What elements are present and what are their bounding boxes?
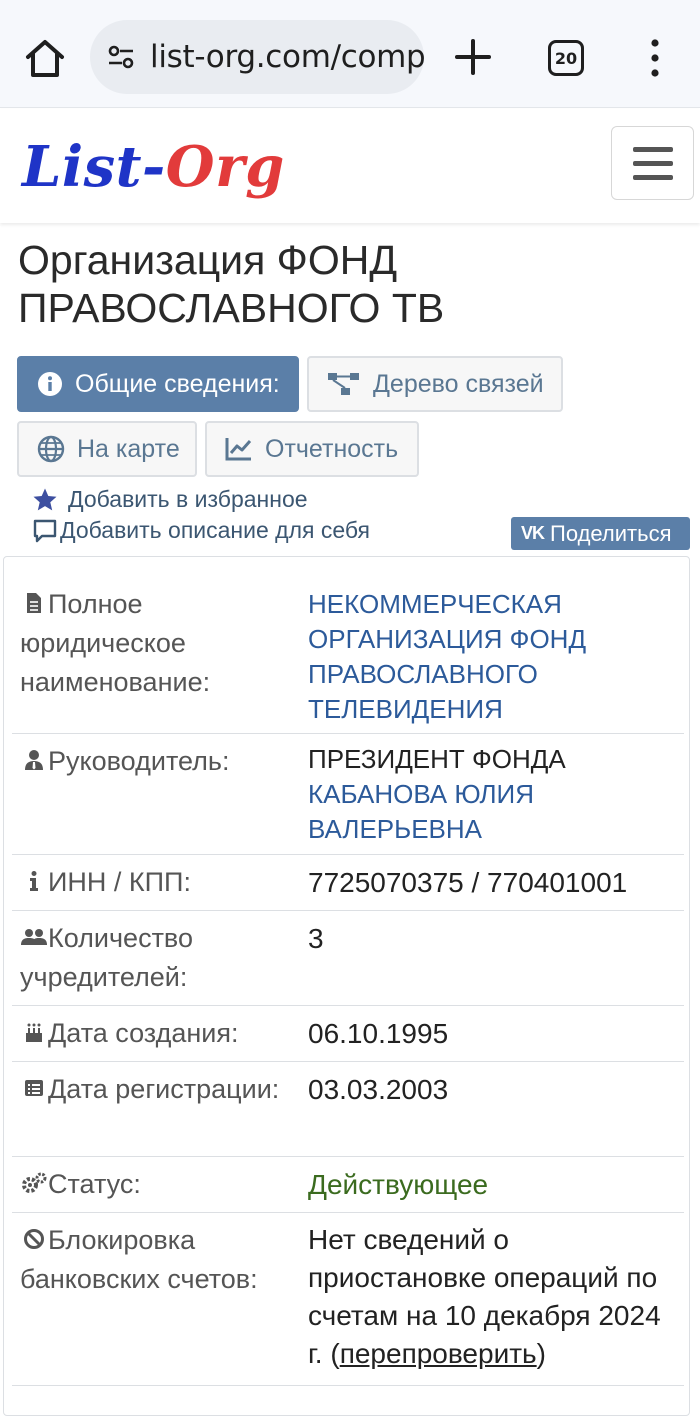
browser-toolbar: list-org.com/compa 20 xyxy=(0,0,700,108)
row-created: Дата создания: 06.10.1995 xyxy=(12,1006,684,1062)
ban-icon xyxy=(24,1229,44,1249)
add-description-link[interactable]: Добавить описание для себя xyxy=(32,517,370,544)
users-icon xyxy=(21,929,47,945)
head-value: ПРЕЗИДЕНТ ФОНДА КАБАНОВА ЮЛИЯ ВАЛЕРЬЕВНА xyxy=(308,742,678,847)
tab-switcher-icon[interactable]: 20 xyxy=(548,40,584,76)
tab-reports[interactable]: Отчетность xyxy=(205,421,419,477)
menu-bar xyxy=(632,146,673,152)
account-block-label: Блокировка банковских счетов: xyxy=(20,1221,300,1299)
cogs-icon xyxy=(22,1172,47,1193)
status-label-text: Статус: xyxy=(48,1169,141,1199)
hamburger-menu-button[interactable] xyxy=(611,126,694,200)
site-header: List-Org xyxy=(0,109,700,223)
comment-icon xyxy=(33,519,57,542)
row-status: Статус: Действующее xyxy=(12,1157,684,1213)
created-label-text: Дата создания: xyxy=(48,1018,239,1048)
share-label: Поделиться xyxy=(550,520,672,546)
logo-text-org: Org xyxy=(165,134,285,200)
page-title: Организация ФОНД ПРАВОСЛАВНОГО ТВ xyxy=(18,237,445,331)
tab-relations-tree[interactable]: Дерево связей xyxy=(307,356,563,412)
share-vk-button[interactable]: VK Поделиться xyxy=(511,517,690,550)
account-block-label-text: Блокировка банковских счетов: xyxy=(20,1225,258,1294)
status-label: Статус: xyxy=(20,1165,300,1204)
full-name-label: Полное юридическое наименование: xyxy=(20,585,300,702)
url-text: list-org.com/compa xyxy=(150,39,424,75)
new-tab-icon[interactable] xyxy=(452,36,494,78)
row-full-name: Полное юридическое наименование: НЕКОММЕ… xyxy=(12,585,684,734)
add-to-favorites-link[interactable]: Добавить в избранное xyxy=(32,486,308,513)
globe-icon xyxy=(37,435,65,463)
add-description-label: Добавить описание для себя xyxy=(60,517,370,543)
inn-label-text: ИНН / КПП: xyxy=(48,867,191,897)
account-block-close: ) xyxy=(536,1338,546,1369)
inn-label: ИНН / КПП: xyxy=(20,863,300,902)
row-registered: Дата регистрации: 03.03.2003 xyxy=(12,1062,684,1157)
inn-value: 7725070375 / 770401001 xyxy=(308,867,628,898)
founders-value: 3 xyxy=(308,923,324,954)
head-name-link[interactable]: КАБАНОВА ЮЛИЯ ВАЛЕРЬЕВНА xyxy=(308,779,534,844)
registered-label: Дата регистрации: xyxy=(20,1070,300,1109)
full-name-label-text: Полное юридическое наименование: xyxy=(20,589,211,697)
birthday-cake-icon xyxy=(26,1023,42,1042)
row-head: Руководитель: ПРЕЗИДЕНТ ФОНДА КАБАНОВА Ю… xyxy=(12,734,684,855)
tab-general-label: Общие сведения: xyxy=(75,369,280,398)
vk-icon: VK xyxy=(521,523,545,543)
row-founders: Количество учредителей: 3 xyxy=(12,911,684,1006)
registered-value: 03.03.2003 xyxy=(308,1074,449,1105)
head-position: ПРЕЗИДЕНТ ФОНДА xyxy=(308,744,566,774)
menu-kebab-icon[interactable] xyxy=(648,38,662,78)
tab-map-label: На карте xyxy=(77,434,180,463)
status-value: Действующее xyxy=(308,1167,678,1202)
company-details-card: Полное юридическое наименование: НЕКОММЕ… xyxy=(3,556,690,1416)
chart-line-icon xyxy=(225,438,252,461)
recheck-link[interactable]: перепроверить xyxy=(340,1338,537,1369)
menu-bar xyxy=(632,174,673,180)
logo-text-list: List- xyxy=(22,134,166,200)
row-account-block: Блокировка банковских счетов: Нет сведен… xyxy=(12,1213,684,1386)
address-bar[interactable]: list-org.com/compa xyxy=(90,20,424,94)
founders-label: Количество учредителей: xyxy=(20,919,300,997)
info-icon xyxy=(38,372,62,396)
site-settings-icon[interactable] xyxy=(106,42,136,72)
home-icon[interactable] xyxy=(22,36,68,82)
list-alt-icon xyxy=(25,1080,43,1096)
row-inn: ИНН / КПП: 7725070375 / 770401001 xyxy=(12,855,684,911)
star-icon xyxy=(33,488,57,510)
registered-label-text: Дата регистрации: xyxy=(48,1074,280,1104)
user-tie-icon xyxy=(25,750,43,770)
full-name-link[interactable]: НЕКОММЕРЧЕСКАЯ ОРГАНИЗАЦИЯ ФОНД ПРАВОСЛА… xyxy=(308,589,586,724)
tab-on-map[interactable]: На карте xyxy=(17,421,197,477)
menu-bar xyxy=(632,160,673,166)
full-name-value[interactable]: НЕКОММЕРЧЕСКАЯ ОРГАНИЗАЦИЯ ФОНД ПРАВОСЛА… xyxy=(308,587,678,727)
sitemap-icon xyxy=(328,373,359,395)
add-to-favorites-label: Добавить в избранное xyxy=(68,486,308,512)
tab-tree-label: Дерево связей xyxy=(373,369,544,398)
created-label: Дата создания: xyxy=(20,1014,300,1053)
status-badge: Действующее xyxy=(308,1169,489,1200)
head-label: Руководитель: xyxy=(20,742,300,781)
tab-reports-label: Отчетность xyxy=(265,434,399,463)
file-icon xyxy=(27,593,41,613)
tab-count: 20 xyxy=(554,48,578,68)
tab-general-info[interactable]: Общие сведения: xyxy=(17,356,299,412)
account-block-value: Нет сведений о приостановке операций по … xyxy=(308,1221,678,1373)
site-logo[interactable]: List-Org xyxy=(22,127,285,207)
created-value: 06.10.1995 xyxy=(308,1018,449,1049)
info-icon xyxy=(30,871,38,891)
head-label-text: Руководитель: xyxy=(48,746,230,776)
